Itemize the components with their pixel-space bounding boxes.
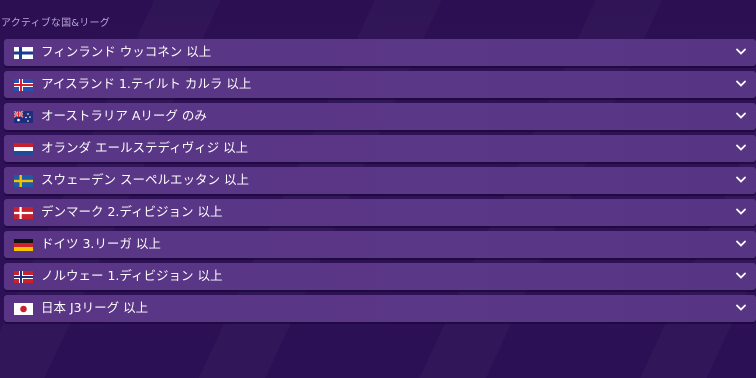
japan-flag-icon: [14, 303, 33, 315]
league-label: オーストラリア Aリーグ のみ: [41, 108, 207, 123]
league-label: オランダ エールステディヴィジ 以上: [41, 140, 249, 155]
iceland-flag-icon: [14, 79, 33, 91]
league-row-sweden[interactable]: スウェーデン スーペルエッタン 以上: [4, 167, 756, 194]
league-label: 日本 J3リーグ 以上: [41, 300, 149, 315]
chevron-down-icon[interactable]: [736, 176, 746, 184]
league-label: アイスランド 1.テイルト カルラ 以上: [41, 76, 252, 91]
sweden-flag-icon: [14, 175, 33, 187]
league-row-iceland[interactable]: アイスランド 1.テイルト カルラ 以上: [4, 71, 756, 98]
league-label: デンマーク 2.ディビジョン 以上: [41, 204, 223, 219]
germany-flag-icon: [14, 239, 33, 251]
league-row-norway[interactable]: ノルウェー 1.ディビジョン 以上: [4, 263, 756, 290]
denmark-flag-icon: [14, 207, 33, 219]
league-row-australia[interactable]: オーストラリア Aリーグ のみ: [4, 103, 756, 130]
chevron-down-icon[interactable]: [736, 240, 746, 248]
chevron-down-icon[interactable]: [736, 144, 746, 152]
chevron-down-icon[interactable]: [736, 208, 746, 216]
norway-flag-icon: [14, 271, 33, 283]
australia-flag-icon: [14, 111, 33, 123]
league-label: スウェーデン スーペルエッタン 以上: [41, 172, 249, 187]
chevron-down-icon[interactable]: [736, 48, 746, 56]
league-label: ノルウェー 1.ディビジョン 以上: [41, 268, 223, 283]
league-row-netherlands[interactable]: オランダ エールステディヴィジ 以上: [4, 135, 756, 162]
section-title: アクティブな国&リーグ: [1, 18, 110, 29]
league-row-germany[interactable]: ドイツ 3.リーガ 以上: [4, 231, 756, 258]
league-label: ドイツ 3.リーガ 以上: [41, 236, 161, 251]
league-row-finland[interactable]: フィンランド ウッコネン 以上: [4, 39, 756, 66]
league-row-denmark[interactable]: デンマーク 2.ディビジョン 以上: [4, 199, 756, 226]
netherlands-flag-icon: [14, 143, 33, 155]
chevron-down-icon[interactable]: [736, 304, 746, 312]
finland-flag-icon: [14, 47, 33, 59]
league-row-japan[interactable]: 日本 J3リーグ 以上: [4, 295, 756, 322]
league-label: フィンランド ウッコネン 以上: [41, 44, 212, 59]
chevron-down-icon[interactable]: [736, 272, 746, 280]
chevron-down-icon[interactable]: [736, 80, 746, 88]
chevron-down-icon[interactable]: [736, 112, 746, 120]
league-list: フィンランド ウッコネン 以上 アイスランド 1.テイルト カルラ 以上 オース…: [4, 39, 756, 327]
